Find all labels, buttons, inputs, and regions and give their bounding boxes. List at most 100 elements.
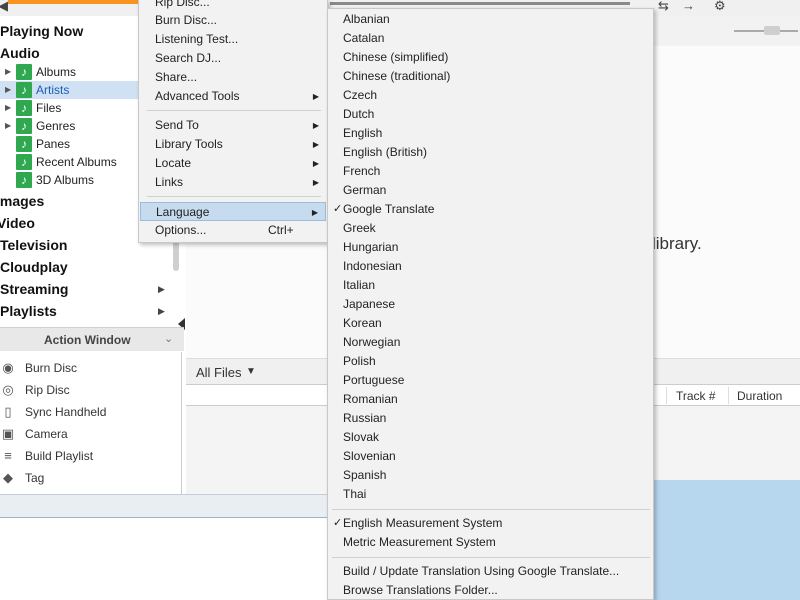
menu-item-search-dj[interactable]: Search DJ... — [140, 49, 326, 68]
library-message: library. — [652, 234, 702, 253]
music-note-icon: ♪ — [16, 82, 32, 98]
action-rip-disc[interactable]: ◎ Rip Disc — [0, 379, 180, 401]
menu-item-language-chinese-simplified[interactable]: Chinese (simplified) — [329, 48, 651, 67]
expand-arrow-icon[interactable]: ▶ — [5, 99, 11, 117]
phone-icon: ▯ — [4, 404, 12, 419]
menu-item-burn-disc[interactable]: Burn Disc... — [140, 11, 326, 30]
menu-separator — [332, 509, 650, 510]
swap-arrows-icon[interactable]: ⇆ — [658, 0, 669, 14]
dropdown-arrow-icon[interactable]: ▼ — [246, 366, 256, 377]
menu-item-advanced-tools[interactable]: Advanced Tools ▶ — [140, 87, 326, 106]
submenu-arrow-icon: ▶ — [312, 159, 319, 168]
menu-item-language-russian[interactable]: Russian — [329, 409, 651, 428]
menu-item-language-spanish[interactable]: Spanish — [329, 466, 651, 485]
submenu-arrow-icon: ▶ — [312, 121, 319, 130]
menu-item-options[interactable]: Options... Ctrl+ — [140, 221, 326, 240]
menu-item-language-dutch[interactable]: Dutch — [329, 105, 651, 124]
menu-item-language-polish[interactable]: Polish — [329, 352, 651, 371]
column-duration[interactable]: Duration — [737, 389, 782, 403]
rip-disc-icon: ◎ — [2, 382, 14, 397]
tree-item-3d-albums[interactable]: ♪ 3D Albums — [0, 171, 138, 189]
menu-item-links[interactable]: Links ▶ — [140, 173, 326, 192]
music-note-icon: ♪ — [16, 154, 32, 170]
menu-item-language-albanian[interactable]: Albanian — [329, 10, 651, 29]
slider-knob[interactable] — [764, 26, 780, 35]
menu-item-language-greek[interactable]: Greek — [329, 219, 651, 238]
shortcut-label: Ctrl+ — [268, 223, 294, 237]
bottom-empty-area — [0, 519, 330, 600]
music-note-icon: ♪ — [16, 136, 32, 152]
action-build-playlist[interactable]: ≡ Build Playlist — [0, 445, 180, 467]
tree-streaming[interactable]: Streaming ▶ — [0, 278, 170, 300]
menu-separator — [147, 196, 321, 197]
tree-item-artists[interactable]: ▶ ♪ Artists — [0, 81, 138, 99]
menu-item-language[interactable]: Language ▶ — [140, 202, 326, 221]
position-bar[interactable] — [330, 2, 630, 5]
files-view-label[interactable]: All Files — [196, 365, 242, 380]
tree-item-recent-albums[interactable]: ♪ Recent Albums — [0, 153, 138, 171]
menu-item-language-french[interactable]: French — [329, 162, 651, 181]
playback-progress-bar[interactable] — [8, 0, 138, 4]
expand-arrow-icon[interactable]: ▶ — [5, 81, 11, 99]
column-separator[interactable] — [728, 387, 729, 404]
menu-item-locate[interactable]: Locate ▶ — [140, 154, 326, 173]
camera-icon: ▣ — [1, 426, 15, 441]
tree-item-files[interactable]: ▶ ♪ Files — [0, 99, 138, 117]
menu-item-listening-test[interactable]: Listening Test... — [140, 30, 326, 49]
action-camera[interactable]: ▣ Camera — [0, 423, 180, 445]
tree-playlists[interactable]: Playlists ▶ — [0, 300, 170, 322]
action-burn-disc[interactable]: ◉ Burn Disc — [0, 357, 180, 379]
speaker-icon[interactable]: ◀ — [0, 0, 8, 14]
menu-item-browse-translations[interactable]: Browse Translations Folder... — [329, 581, 651, 600]
column-separator[interactable] — [666, 387, 667, 404]
menu-item-language-chinese-traditional[interactable]: Chinese (traditional) — [329, 67, 651, 86]
action-window-header[interactable]: Action Window ⌄ — [0, 327, 184, 351]
menu-item-language-english-british[interactable]: English (British) — [329, 143, 651, 162]
action-sync-handheld[interactable]: ▯ Sync Handheld — [0, 401, 180, 423]
menu-item-english-measurement[interactable]: ✓ English Measurement System — [329, 514, 651, 533]
menu-item-language-german[interactable]: German — [329, 181, 651, 200]
menu-item-language-indonesian[interactable]: Indonesian — [329, 257, 651, 276]
arrow-right-icon[interactable]: → — [682, 0, 695, 13]
expand-arrow-icon[interactable]: ▶ — [5, 63, 11, 81]
context-menu: Rip Disc... Burn Disc... Listening Test.… — [138, 0, 328, 243]
menu-item-send-to[interactable]: Send To ▶ — [140, 116, 326, 135]
menu-item-language-norwegian[interactable]: Norwegian — [329, 333, 651, 352]
status-band — [0, 494, 330, 518]
action-tag[interactable]: ◆ Tag — [0, 467, 180, 489]
expand-arrow-icon[interactable]: ▶ — [5, 117, 11, 135]
tree-item-albums[interactable]: ▶ ♪ Albums — [0, 63, 138, 81]
music-note-icon: ♪ — [16, 64, 32, 80]
submenu-arrow-icon: ▶ — [312, 178, 319, 187]
submenu-arrow-icon: ▶ — [312, 92, 319, 101]
menu-item-language-slovak[interactable]: Slovak — [329, 428, 651, 447]
menu-item-language-catalan[interactable]: Catalan — [329, 29, 651, 48]
menu-item-language-korean[interactable]: Korean — [329, 314, 651, 333]
menu-item-language-google-translate[interactable]: ✓ Google Translate — [329, 200, 651, 219]
menu-item-build-translation[interactable]: Build / Update Translation Using Google … — [329, 562, 651, 581]
menu-item-language-japanese[interactable]: Japanese — [329, 295, 651, 314]
tree-item-panes[interactable]: ♪ Panes — [0, 135, 138, 153]
menu-separator — [332, 557, 650, 558]
music-note-icon: ♪ — [16, 100, 32, 116]
menu-item-language-czech[interactable]: Czech — [329, 86, 651, 105]
zoom-slider[interactable] — [734, 26, 798, 35]
menu-item-library-tools[interactable]: Library Tools ▶ — [140, 135, 326, 154]
expand-arrow-icon[interactable]: ▶ — [158, 300, 165, 322]
tree-cloudplay[interactable]: Cloudplay — [0, 256, 170, 278]
chevron-down-icon[interactable]: ⌄ — [164, 332, 173, 345]
column-track-number[interactable]: Track # — [676, 389, 716, 403]
menu-item-metric-measurement[interactable]: Metric Measurement System — [329, 533, 651, 552]
menu-item-language-portuguese[interactable]: Portuguese — [329, 371, 651, 390]
menu-item-language-english[interactable]: English — [329, 124, 651, 143]
menu-item-language-thai[interactable]: Thai — [329, 485, 651, 504]
menu-item-language-romanian[interactable]: Romanian — [329, 390, 651, 409]
menu-item-language-hungarian[interactable]: Hungarian — [329, 238, 651, 257]
menu-item-language-italian[interactable]: Italian — [329, 276, 651, 295]
menu-item-share[interactable]: Share... — [140, 68, 326, 87]
gear-icon[interactable]: ⚙ — [714, 0, 726, 14]
menu-item-language-slovenian[interactable]: Slovenian — [329, 447, 651, 466]
tree-item-genres[interactable]: ▶ ♪ Genres — [0, 117, 138, 135]
check-icon: ✓ — [333, 203, 343, 215]
expand-arrow-icon[interactable]: ▶ — [158, 278, 165, 300]
